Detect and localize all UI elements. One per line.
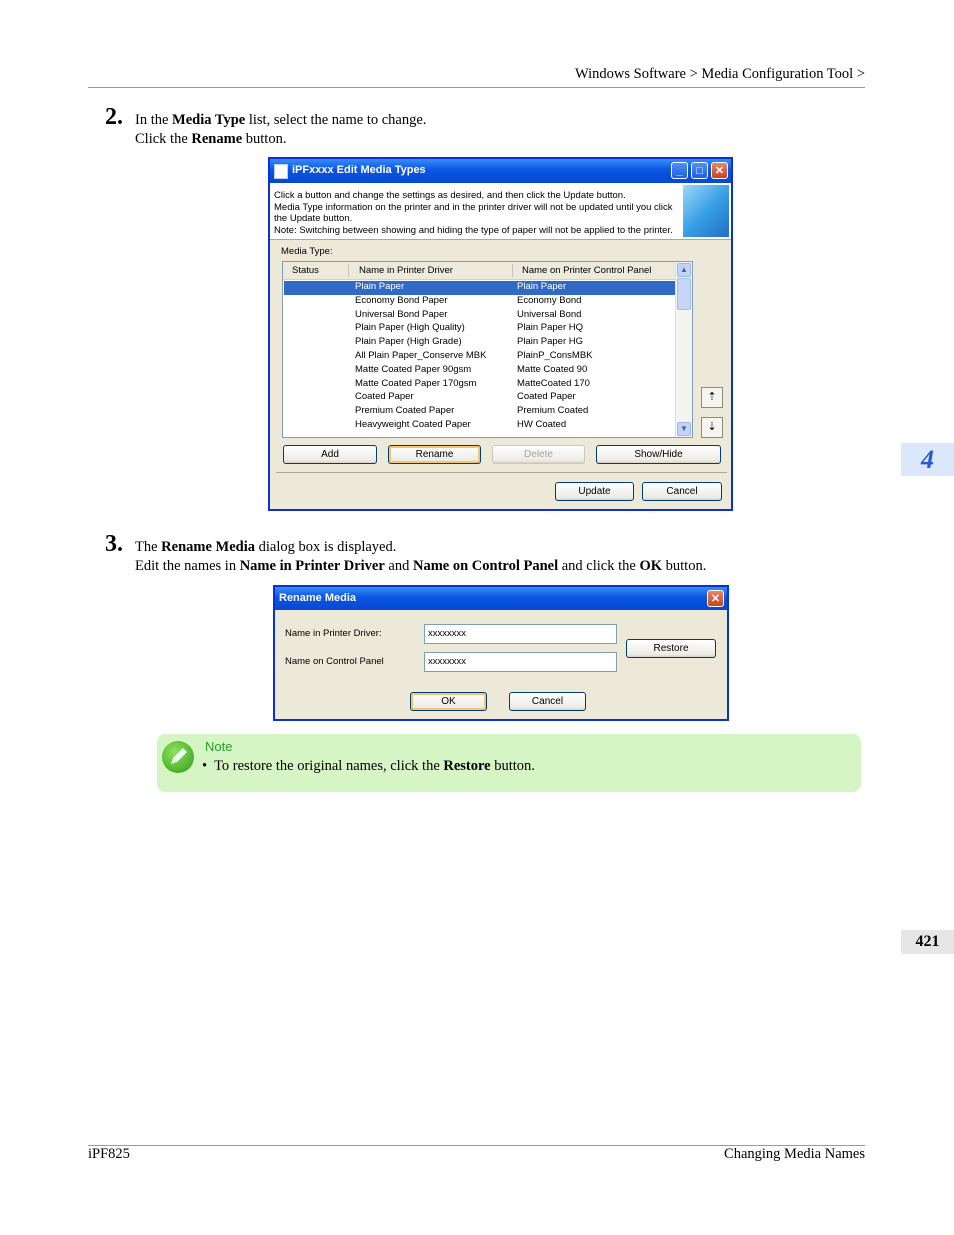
cancel-button[interactable]: Cancel [509, 692, 586, 711]
breadcrumb-media-configuration-tool: Media Configuration Tool [701, 66, 854, 82]
column-status[interactable]: Status [292, 265, 319, 276]
rename-media-dialog: Rename Media ✕ Name in Printer Driver: x… [273, 585, 729, 721]
cell-driver: All Plain Paper_Conserve MBK [355, 350, 487, 361]
header-rule [88, 87, 865, 88]
list-header: Status Name in Printer Driver Name on Pr… [283, 262, 675, 280]
add-button[interactable]: Add [283, 445, 377, 464]
media-type-row[interactable]: Plain Paper Plain Paper [284, 281, 675, 295]
media-type-row[interactable]: Heavyweight Coated Paper HW Coated [284, 419, 675, 433]
step-number: 2. [105, 104, 123, 130]
step2-text: In the Media Type list, select the name … [135, 112, 427, 147]
cell-driver: Universal Bond Paper [355, 308, 448, 320]
rename-button[interactable]: Rename [388, 445, 481, 464]
maximize-button[interactable]: □ [691, 162, 708, 179]
breadcrumb-separator: > [856, 66, 865, 82]
cell-driver: Plain Paper (High Quality) [355, 322, 465, 334]
ok-button[interactable]: OK [410, 692, 487, 711]
media-stack-icon [683, 185, 729, 237]
cell-panel: Premium Coated [517, 405, 589, 417]
cell-panel: Universal Bond [517, 308, 582, 320]
cell-driver: Plain Paper [355, 281, 405, 292]
close-button[interactable]: ✕ [707, 590, 724, 607]
media-type-row[interactable]: Universal Bond Paper Universal Bond [284, 309, 675, 323]
step3-text: The Rename Media dialog box is displayed… [135, 539, 707, 574]
scroll-down-button[interactable]: ▼ [677, 422, 691, 436]
page-breadcrumb: Windows Software > Media Configuration T… [575, 66, 865, 83]
media-type-row[interactable]: Economy Bond Paper Economy Bond [284, 295, 675, 309]
cell-panel: Plain Paper HG [517, 336, 584, 348]
pencil-note-icon [162, 741, 194, 773]
media-type-row[interactable]: Matte Coated Paper 170gsm MatteCoated 170 [284, 378, 675, 392]
cell-driver: Economy Bond Paper [355, 294, 448, 306]
cell-panel: HW Coated [517, 419, 567, 430]
breadcrumb-separator: > [689, 66, 698, 82]
cancel-button[interactable]: Cancel [642, 482, 722, 501]
delete-button[interactable]: Delete [492, 445, 585, 464]
edit-media-types-dialog: iPFxxxx Edit Media Types _ □ ✕ Click a b… [268, 157, 733, 511]
media-type-row[interactable]: Matte Coated Paper 90gsm Matte Coated 90 [284, 364, 675, 378]
note-box: Note • To restore the original names, cl… [157, 734, 861, 792]
media-type-row[interactable]: Plain Paper (High Quality) Plain Paper HQ [284, 322, 675, 336]
show-hide-button[interactable]: Show/Hide [596, 445, 721, 464]
cell-panel: Plain Paper [517, 281, 567, 292]
dialog-titlebar: iPFxxxx Edit Media Types _ □ ✕ [270, 159, 731, 183]
note-heading: Note [205, 739, 233, 754]
media-type-row[interactable]: All Plain Paper_Conserve MBK PlainP_ConsM… [284, 350, 675, 364]
scroll-thumb[interactable] [677, 278, 691, 310]
footer-product: iPF825 [88, 1146, 130, 1162]
panel-name-field[interactable]: xxxxxxxx [424, 652, 617, 672]
column-driver-name[interactable]: Name in Printer Driver [359, 265, 453, 276]
scroll-up-button[interactable]: ▲ [677, 263, 691, 277]
info-text: Click a button and change the settings a… [274, 190, 673, 237]
cell-driver: Coated Paper [355, 391, 414, 403]
cell-panel: Plain Paper HQ [517, 322, 584, 334]
move-down-icon[interactable]: ⇣ [701, 417, 723, 438]
cell-panel: Coated Paper [517, 391, 576, 403]
note-text: • To restore the original names, click t… [202, 758, 535, 774]
panel-name-label: Name on Control Panel [285, 656, 384, 667]
list-scrollbar[interactable]: ▲ ▼ [675, 262, 692, 437]
close-button[interactable]: ✕ [711, 162, 728, 179]
dialog-title: iPFxxxx Edit Media Types [292, 164, 426, 176]
cell-panel: Economy Bond [517, 294, 582, 306]
update-button[interactable]: Update [555, 482, 634, 501]
media-type-row[interactable]: Premium Coated Paper Premium Coated [284, 405, 675, 419]
cell-panel: PlainP_ConsMBK [517, 350, 593, 361]
media-type-row[interactable]: Plain Paper (High Grade) Plain Paper HG [284, 336, 675, 350]
breadcrumb-windows-software: Windows Software [575, 66, 686, 82]
cell-driver: Plain Paper (High Grade) [355, 336, 462, 348]
cell-driver: Matte Coated Paper 170gsm [355, 377, 477, 389]
media-type-row[interactable]: Coated Paper Coated Paper [284, 391, 675, 405]
page-number: 421 [901, 930, 954, 954]
driver-name-label: Name in Printer Driver: [285, 628, 382, 639]
dialog-titlebar: Rename Media ✕ [275, 587, 727, 610]
chapter-tab: 4 [901, 443, 954, 476]
app-icon [274, 164, 288, 179]
minimize-button[interactable]: _ [671, 162, 688, 179]
move-up-icon[interactable]: ⇡ [701, 387, 723, 408]
dialog-title: Rename Media [279, 592, 357, 604]
cell-driver: Premium Coated Paper [355, 405, 455, 417]
cell-driver: Matte Coated Paper 90gsm [355, 363, 472, 375]
cell-driver: Heavyweight Coated Paper [355, 419, 471, 430]
cell-panel: MatteCoated 170 [517, 377, 590, 389]
column-panel-name[interactable]: Name on Printer Control Panel [522, 265, 651, 276]
step-number: 3. [105, 531, 123, 557]
restore-button[interactable]: Restore [626, 639, 716, 658]
info-panel: Click a button and change the settings a… [270, 183, 731, 240]
cell-panel: Matte Coated 90 [517, 363, 588, 375]
media-type-list[interactable]: Status Name in Printer Driver Name on Pr… [282, 261, 693, 438]
driver-name-field[interactable]: xxxxxxxx [424, 624, 617, 644]
footer-section: Changing Media Names [724, 1146, 865, 1162]
media-type-label: Media Type: [281, 246, 333, 257]
